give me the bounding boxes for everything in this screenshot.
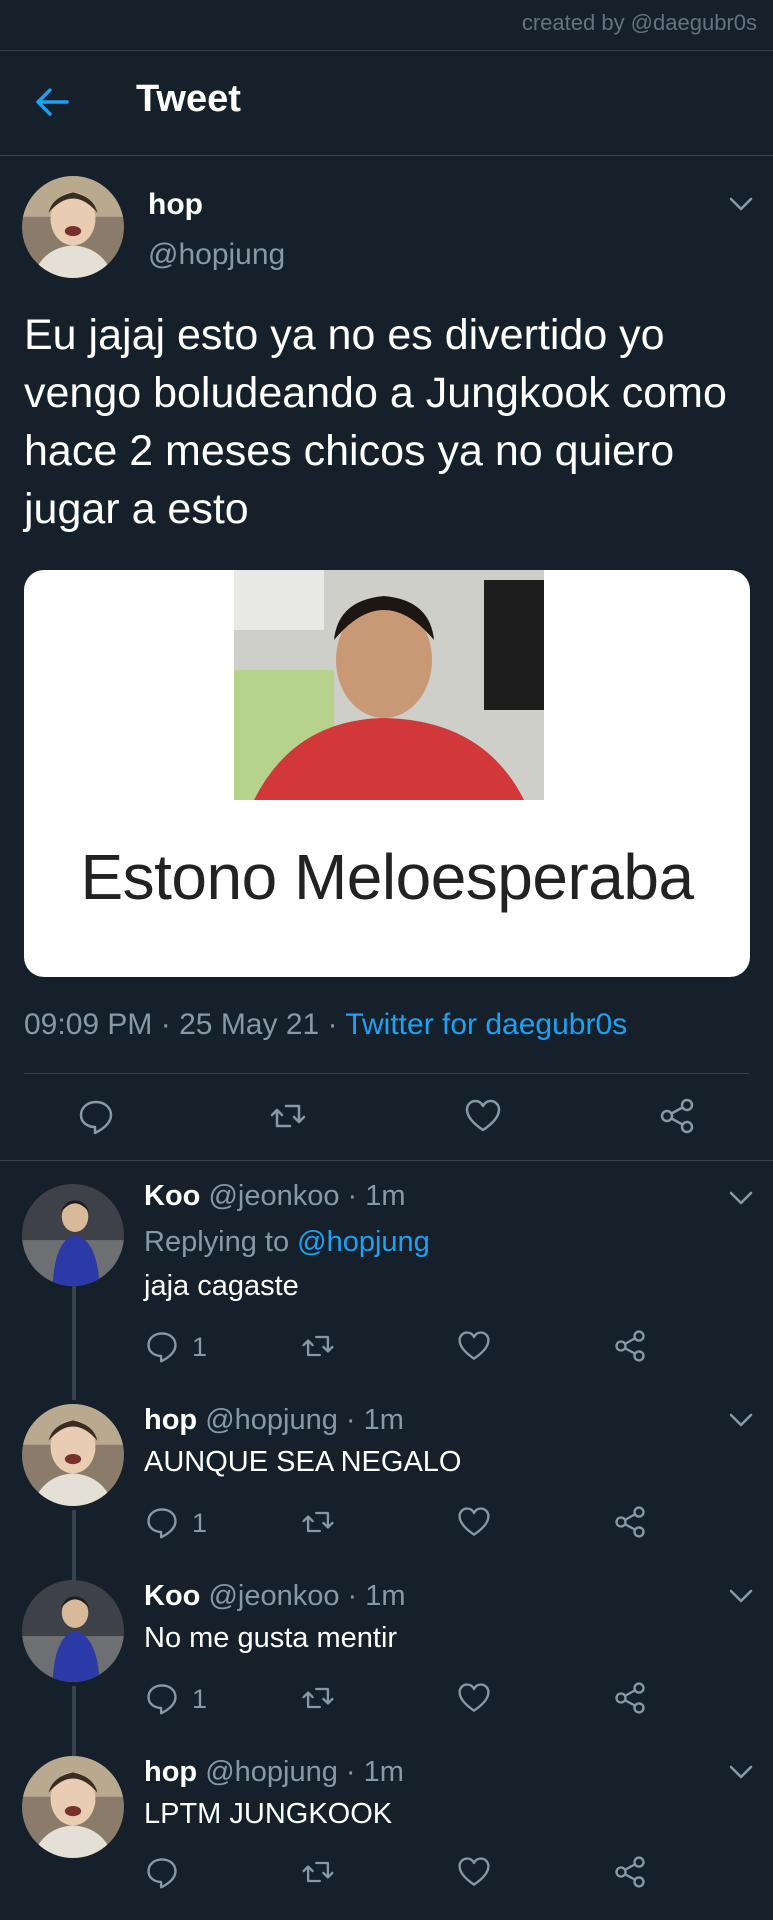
thread-connector (72, 1510, 76, 1582)
avatar-koo[interactable] (22, 1184, 124, 1286)
reply-icon[interactable] (144, 1854, 180, 1890)
tweet-source-link[interactable]: Twitter for daegubr0s (345, 1008, 627, 1041)
reply-text: LPTM JUNGKOOK (144, 1798, 393, 1830)
thread-connector (72, 1686, 76, 1758)
chevron-down-icon[interactable] (728, 1190, 754, 1206)
share-icon[interactable] (612, 1680, 648, 1716)
reply-header: hop @hopjung · 1m (144, 1404, 404, 1437)
replying-to-label: Replying to (144, 1226, 290, 1258)
tweet-media-image[interactable]: Estono Meloesperaba (24, 570, 750, 977)
avatar-hop[interactable] (22, 176, 124, 278)
reply-icon[interactable] (144, 1328, 180, 1364)
retweet-icon[interactable] (268, 1096, 308, 1136)
heart-icon[interactable] (456, 1680, 492, 1716)
reply-header: Koo @jeonkoo · 1m (144, 1580, 406, 1613)
share-icon[interactable] (657, 1096, 697, 1136)
reply-header: hop @hopjung · 1m (144, 1756, 404, 1789)
author-handle[interactable]: @hopjung (148, 238, 285, 272)
chevron-down-icon[interactable] (728, 1588, 754, 1604)
reply-header: Koo @jeonkoo · 1m (144, 1180, 406, 1213)
reply-icon[interactable] (144, 1680, 180, 1716)
reply-text: jaja cagaste (144, 1270, 299, 1302)
heart-icon[interactable] (456, 1854, 492, 1890)
reply-author-meta: @hopjung · 1m (205, 1756, 404, 1788)
avatar-hop[interactable] (22, 1404, 124, 1506)
reply-count: 1 (192, 1332, 208, 1362)
share-icon[interactable] (612, 1854, 648, 1890)
reply-count: 1 (192, 1508, 208, 1538)
meta-separator: · (327, 1008, 338, 1041)
retweet-icon[interactable] (300, 1680, 336, 1716)
chevron-down-icon[interactable] (728, 1764, 754, 1780)
tweet-text: Eu jajaj esto ya no es divertido yo veng… (24, 311, 727, 533)
share-icon[interactable] (612, 1504, 648, 1540)
meta-separator: · (160, 1008, 171, 1041)
retweet-icon[interactable] (300, 1854, 336, 1890)
replying-to-line: Replying to @hopjung (144, 1226, 430, 1259)
reply-text: AUNQUE SEA NEGALO (144, 1446, 462, 1478)
retweet-icon[interactable] (300, 1504, 336, 1540)
heart-icon[interactable] (456, 1328, 492, 1364)
avatar-koo[interactable] (22, 1580, 124, 1682)
reply-author-meta: @jeonkoo · 1m (208, 1580, 406, 1612)
actions-divider (0, 1160, 773, 1161)
arrow-left-icon[interactable] (32, 82, 72, 122)
chevron-down-icon[interactable] (728, 1412, 754, 1428)
reply-author-meta: @hopjung · 1m (205, 1404, 404, 1436)
reply-author-name[interactable]: hop (144, 1756, 197, 1788)
chevron-down-icon[interactable] (728, 196, 754, 212)
reply-author-name[interactable]: Koo (144, 1580, 200, 1612)
meta-divider (24, 1073, 749, 1074)
tweet-date: 25 May 21 (179, 1008, 320, 1041)
reply-author-name[interactable]: hop (144, 1404, 197, 1436)
thread-connector (72, 1286, 76, 1400)
meme-photo (234, 570, 544, 800)
avatar-hop[interactable] (22, 1756, 124, 1858)
app-bar: Tweet (0, 50, 773, 155)
page-title: Tweet (136, 78, 241, 120)
reply-count: 1 (192, 1684, 208, 1714)
credit-text: created by @daegubr0s (521, 10, 757, 35)
tweet-meta: 09:09 PM · 25 May 21 · Twitter for daegu… (24, 1008, 627, 1042)
reply-icon[interactable] (144, 1504, 180, 1540)
reply-icon[interactable] (76, 1096, 116, 1136)
share-icon[interactable] (612, 1328, 648, 1364)
reply-text: No me gusta mentir (144, 1622, 398, 1654)
author-name[interactable]: hop (148, 188, 203, 222)
reply-author-meta: @jeonkoo · 1m (208, 1180, 406, 1212)
tweet-time: 09:09 PM (24, 1008, 153, 1041)
reply-author-name[interactable]: Koo (144, 1180, 200, 1212)
retweet-icon[interactable] (300, 1328, 336, 1364)
heart-icon[interactable] (456, 1504, 492, 1540)
meme-caption: Estono Meloesperaba (80, 841, 694, 913)
appbar-divider (0, 155, 773, 156)
replying-to-handle[interactable]: @hopjung (297, 1226, 430, 1258)
heart-icon[interactable] (463, 1096, 503, 1136)
